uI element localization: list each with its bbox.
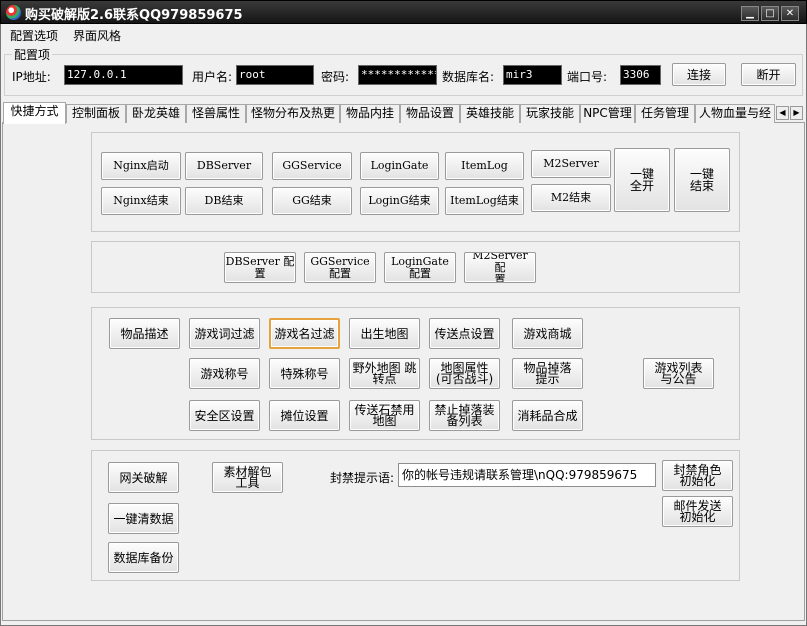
dbserver-config-label-2: 置	[254, 266, 266, 280]
nginx-start-button[interactable]: Nginx启动	[101, 152, 181, 180]
password-input[interactable]: *************	[358, 65, 437, 85]
tab-scroll-right-icon[interactable]: ▶	[790, 106, 803, 120]
mail-send-init-button[interactable]: 邮件发送 初始化	[662, 496, 733, 527]
unpack-label-2: 工具	[235, 475, 260, 490]
ban-role-init-button[interactable]: 封禁角色 初始化	[662, 460, 733, 491]
special-title-button[interactable]: 特殊称号	[269, 358, 340, 389]
port-label: 端口号:	[567, 70, 608, 84]
itemlog-start-button[interactable]: ItemLog	[445, 152, 524, 180]
start-all-button[interactable]: 一键 全开	[614, 148, 670, 212]
tab-shortcuts[interactable]: 快捷方式	[3, 102, 66, 124]
minimize-button[interactable]: ▁	[741, 6, 759, 21]
ggservice-config-label-1: GGService	[310, 254, 370, 268]
logingate-config-button[interactable]: LoginGate 配置	[384, 252, 456, 283]
teleport-stone-ban-button[interactable]: 传送石禁用 地图	[349, 400, 420, 431]
wild-map-jump-button[interactable]: 野外地图 跳 转点	[349, 358, 420, 389]
database-label: 数据库名:	[442, 70, 495, 84]
config-group-label: 配置项	[12, 46, 53, 63]
tab-monster-distribution[interactable]: 怪物分布及热更	[246, 104, 340, 123]
gg-stop-button[interactable]: GG结束	[272, 187, 352, 215]
teleport-settings-button[interactable]: 传送点设置	[429, 318, 500, 349]
ip-label: IP地址:	[12, 70, 51, 84]
database-backup-button[interactable]: 数据库备份	[108, 542, 179, 573]
window-title: 购买破解版2.6联系QQ979859675	[25, 8, 243, 23]
name-filter-button[interactable]: 游戏名过滤	[269, 318, 340, 349]
logingate-config-label-2: 配置	[409, 266, 431, 280]
dbserver-config-button[interactable]: DBServer 配 置	[224, 252, 296, 283]
consumable-synthesis-button[interactable]: 消耗品合成	[512, 400, 583, 431]
game-shop-button[interactable]: 游戏商城	[512, 318, 583, 349]
list-notice-label-2: 与公告	[660, 371, 697, 386]
ban-message-label: 封禁提示语:	[330, 471, 395, 485]
m2server-config-label-2: 置	[494, 272, 506, 283]
password-label: 密码:	[321, 70, 350, 84]
username-label: 用户名:	[192, 70, 233, 84]
m2server-config-label-1: M2Server 配	[472, 252, 528, 274]
safe-zone-button[interactable]: 安全区设置	[189, 400, 260, 431]
start-all-label-line2: 全开	[629, 179, 654, 193]
tab-item-settings[interactable]: 物品设置	[400, 104, 460, 123]
tab-task-management[interactable]: 任务管理	[635, 104, 695, 123]
dbserver-config-label-1: DBServer 配	[225, 254, 295, 268]
logingate-start-button[interactable]: LoginGate	[360, 152, 439, 180]
word-filter-button[interactable]: 游戏词过滤	[189, 318, 260, 349]
close-button[interactable]: ✕	[781, 6, 799, 21]
tab-wolong-hero[interactable]: 卧龙英雄	[126, 104, 186, 123]
wild-map-label-2: 转点	[372, 371, 397, 386]
unpack-tool-button[interactable]: 素材解包 工具	[212, 462, 283, 493]
ban-message-input[interactable]: 你的帐号违规请联系管理\nQQ:979859675	[398, 463, 656, 487]
teleport-ban-label-2: 地图	[372, 413, 397, 428]
mail-label-2: 初始化	[679, 509, 716, 524]
tab-player-skills[interactable]: 玩家技能	[520, 104, 580, 123]
m2-stop-button[interactable]: M2结束	[531, 184, 611, 212]
gateway-crack-button[interactable]: 网关破解	[108, 462, 179, 493]
app-icon	[6, 5, 21, 20]
map-attributes-button[interactable]: 地图属性 (可否战斗)	[429, 358, 500, 389]
dbserver-start-button[interactable]: DBServer	[185, 152, 263, 180]
ban-drop-list-button[interactable]: 禁止掉落装 备列表	[429, 400, 500, 431]
stop-all-button[interactable]: 一键 结束	[674, 148, 730, 212]
database-input[interactable]: mir3	[503, 65, 562, 85]
nginx-stop-button[interactable]: Nginx结束	[101, 187, 181, 215]
stall-settings-button[interactable]: 摊位设置	[269, 400, 340, 431]
tab-character-hp[interactable]: 人物血量与经	[695, 104, 775, 123]
map-attr-label-2: (可否战斗)	[435, 371, 494, 386]
tab-item-plugin[interactable]: 物品内挂	[340, 104, 400, 123]
m2server-start-button[interactable]: M2Server	[531, 150, 611, 178]
username-input[interactable]: root	[236, 65, 314, 85]
game-title-button[interactable]: 游戏称号	[189, 358, 260, 389]
birth-map-button[interactable]: 出生地图	[349, 318, 420, 349]
title-bar[interactable]: 购买破解版2.6联系QQ979859675 ▁ □ ✕	[0, 0, 807, 24]
ban-drop-label-2: 备列表	[446, 413, 483, 428]
db-stop-button[interactable]: DB结束	[185, 187, 263, 215]
ip-input[interactable]: 127.0.0.1	[64, 65, 183, 85]
tab-npc-management[interactable]: NPC管理	[580, 104, 635, 123]
item-drop-label-2: 提示	[535, 371, 560, 386]
clear-data-button[interactable]: 一键清数据	[108, 503, 179, 534]
m2server-config-button[interactable]: M2Server 配 置	[464, 252, 536, 283]
port-input[interactable]: 3306	[620, 65, 661, 85]
ggservice-config-button[interactable]: GGService 配置	[304, 252, 376, 283]
itemlog-stop-button[interactable]: ItemLog结束	[445, 187, 524, 215]
menu-config-options[interactable]: 配置选项	[10, 27, 58, 44]
logingate-stop-button[interactable]: LoginG结束	[360, 187, 439, 215]
tab-control-panel[interactable]: 控制面板	[66, 104, 126, 123]
ggservice-start-button[interactable]: GGService	[272, 152, 352, 180]
item-description-button[interactable]: 物品描述	[109, 318, 180, 349]
menu-ui-style[interactable]: 界面风格	[73, 27, 121, 44]
tab-hero-skills[interactable]: 英雄技能	[460, 104, 520, 123]
ggservice-config-label-2: 配置	[329, 266, 351, 280]
ban-role-label-2: 初始化	[679, 473, 716, 488]
game-list-notice-button[interactable]: 游戏列表 与公告	[643, 358, 714, 389]
connect-button[interactable]: 连接	[672, 63, 726, 86]
logingate-config-label-1: LoginGate	[391, 254, 449, 268]
maximize-button[interactable]: □	[761, 6, 779, 21]
tab-scroll-left-icon[interactable]: ◀	[776, 106, 789, 120]
stop-all-label-line2: 结束	[689, 179, 714, 193]
disconnect-button[interactable]: 断开	[741, 63, 796, 86]
item-drop-notice-button[interactable]: 物品掉落 提示	[512, 358, 583, 389]
tab-monster-attributes[interactable]: 怪兽属性	[186, 104, 246, 123]
